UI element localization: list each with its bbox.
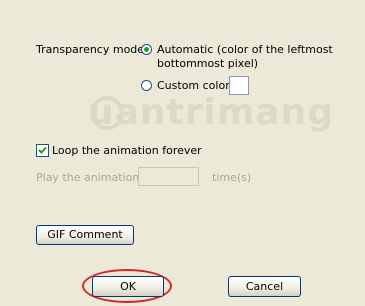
automatic-label-line1: Automatic (color of the leftmost [157,43,333,56]
cancel-button[interactable]: Cancel [228,276,301,297]
ok-button[interactable]: OK [92,276,164,297]
custom-color-radio[interactable] [141,80,152,91]
transparency-mode-label: Transparency mode: [36,43,148,56]
loop-label: Loop the animation forever [52,144,202,157]
gif-comment-button[interactable]: GIF Comment [36,225,134,245]
play-count-input[interactable] [138,167,199,186]
checkmark-icon [38,146,47,154]
play-animation-label: Play the animation [36,171,140,184]
custom-color-swatch[interactable] [229,76,249,95]
radio-selected-dot [144,47,149,52]
loop-checkbox[interactable] [36,144,49,157]
custom-color-label: Custom color: [157,79,234,92]
automatic-label-line2: bottommost pixel) [157,57,259,70]
watermark-text: uantrimang [88,92,335,133]
play-count-suffix: time(s) [212,171,252,184]
automatic-radio[interactable] [141,44,152,55]
